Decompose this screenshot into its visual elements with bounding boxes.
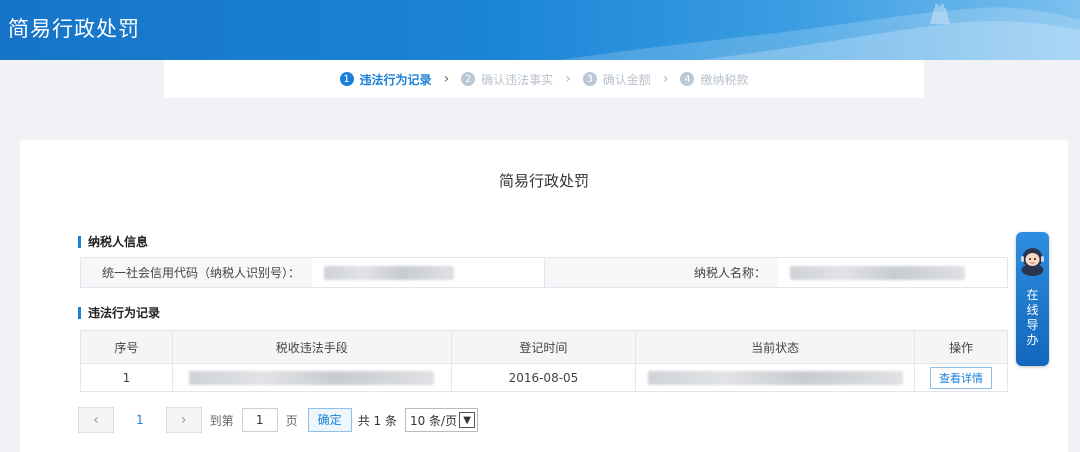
- credit-code-value: [312, 258, 545, 287]
- column-header: 当前状态: [635, 330, 916, 364]
- step-number: 2: [461, 72, 476, 86]
- taxpayer-info-table: 统一社会信用代码（纳税人识别号）： 纳税人名称：: [80, 257, 1008, 288]
- page-size-select[interactable]: 10 条/页 ▼: [404, 408, 479, 432]
- row-index: 1: [80, 363, 173, 392]
- violation-records-table: 序号 税收违法手段 登记时间 当前状态 操作 1 2016-08-05 查看详情: [80, 330, 1008, 392]
- step-label: 确认金额: [602, 72, 651, 87]
- chevron-right-icon: ›: [565, 71, 571, 87]
- header-banner: 简易行政处罚: [0, 0, 1080, 60]
- register-date-cell: 2016-08-05: [450, 363, 637, 392]
- guide-label: 在线导办: [1026, 288, 1039, 347]
- online-guide-button[interactable]: 在线导办: [1016, 232, 1049, 366]
- step-4: 4 缴纳税款: [680, 71, 748, 88]
- goto-confirm-button[interactable]: 确定: [307, 408, 352, 432]
- page-size-value: 10 条/页: [409, 413, 458, 428]
- redacted-value: [189, 370, 435, 385]
- step-2: 2 确认违法事实: [461, 71, 553, 88]
- step-3: 3 确认金额: [582, 71, 651, 88]
- prev-page-button[interactable]: ‹: [78, 407, 114, 433]
- status-cell: [635, 363, 916, 392]
- redacted-value: [324, 265, 454, 280]
- main-card: 简易行政处罚 纳税人信息 统一社会信用代码（纳税人识别号）： 纳税人名称： 违法…: [20, 140, 1068, 452]
- action-cell: 查看详情: [914, 363, 1008, 392]
- column-header: 序号: [80, 330, 173, 364]
- violation-method-cell: [171, 363, 452, 392]
- progress-steps: 1 违法行为记录 › 2 确认违法事实 › 3 确认金额 › 4 缴纳税款: [164, 60, 924, 98]
- total-count: 共 1 条: [357, 413, 397, 428]
- step-number: 4: [680, 72, 695, 86]
- next-page-button[interactable]: ›: [165, 407, 202, 433]
- column-header: 登记时间: [450, 330, 637, 364]
- view-details-button[interactable]: 查看详情: [930, 366, 993, 389]
- step-1: 1 违法行为记录: [339, 71, 432, 88]
- goto-label: 到第: [209, 413, 234, 428]
- step-label: 违法行为记录: [359, 72, 432, 87]
- chevron-down-icon: ▼: [459, 412, 476, 428]
- step-label: 确认违法事实: [481, 72, 554, 87]
- app-title: 简易行政处罚: [8, 17, 140, 41]
- chevron-right-icon: ›: [443, 71, 450, 87]
- credit-code-label: 统一社会信用代码（纳税人识别号）：: [81, 258, 312, 287]
- table-header-row: 序号 税收违法手段 登记时间 当前状态 操作: [80, 330, 1008, 364]
- section-title-taxpayer: 纳税人信息: [78, 236, 148, 248]
- step-number: 3: [582, 72, 597, 86]
- pagination: ‹ 1 › 到第 1 页 确定 共 1 条 10 条/页 ▼: [78, 407, 479, 433]
- table-row: 1 2016-08-05 查看详情: [80, 363, 1008, 392]
- redacted-value: [790, 265, 965, 280]
- page-title: 简易行政处罚: [498, 172, 589, 190]
- column-header: 税收违法手段: [171, 330, 452, 364]
- goto-page-input[interactable]: 1: [241, 408, 278, 432]
- great-wall-illustration: [560, 4, 1080, 60]
- step-label: 缴纳税款: [700, 72, 749, 87]
- page-number[interactable]: 1: [136, 413, 144, 427]
- column-header: 操作: [914, 330, 1008, 364]
- redacted-value: [647, 370, 903, 385]
- step-number: 1: [339, 72, 354, 86]
- section-title-records: 违法行为记录: [78, 307, 160, 319]
- taxpayer-name-value: [778, 258, 1007, 287]
- taxpayer-name-label: 纳税人名称：: [545, 258, 778, 287]
- chevron-right-icon: ›: [662, 71, 669, 87]
- assistant-avatar-icon: [1021, 248, 1044, 276]
- page-unit-label: 页: [285, 413, 298, 428]
